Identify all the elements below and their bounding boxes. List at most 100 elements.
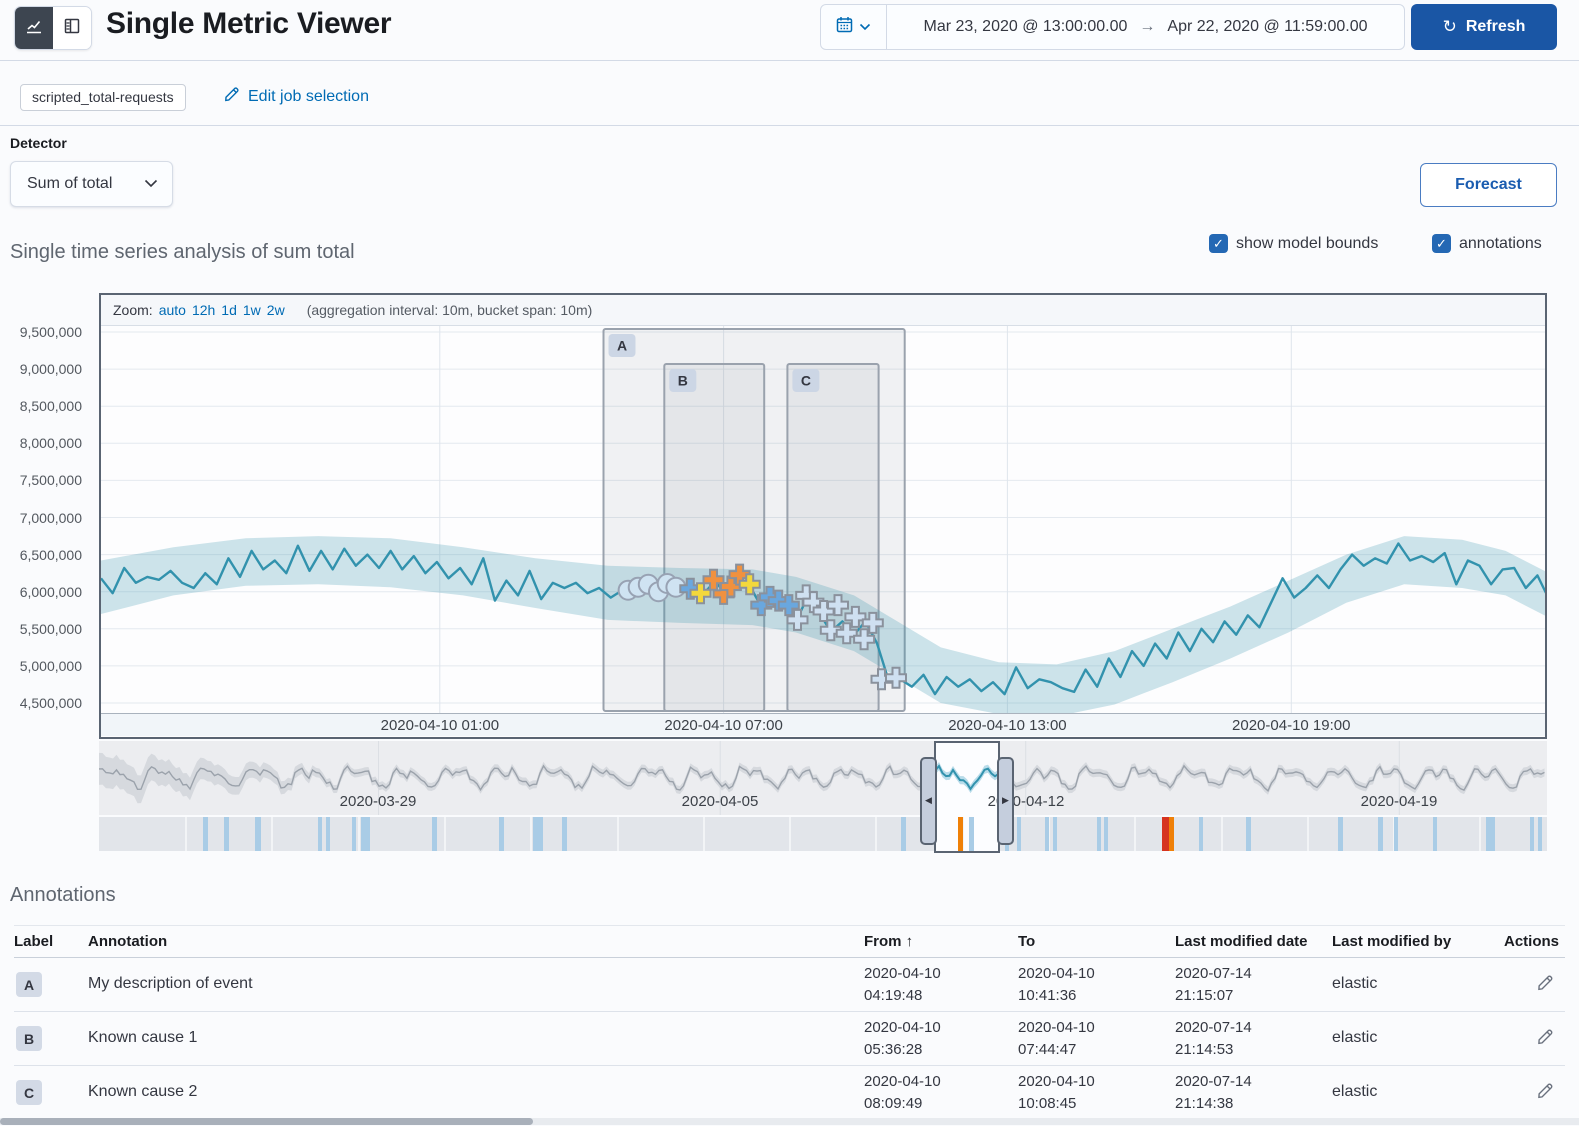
swimlane-anomaly-cell-blue[interactable] bbox=[1378, 817, 1383, 851]
swimlane-anomaly-cell-blue[interactable] bbox=[1017, 817, 1021, 851]
header-divider bbox=[0, 60, 1579, 61]
column-header-to[interactable]: To bbox=[1018, 933, 1035, 950]
refresh-label: Refresh bbox=[1466, 18, 1526, 36]
annotation-modified-date: 2020-07-1421:14:38 bbox=[1175, 1071, 1252, 1115]
annotation-region-label: A bbox=[617, 338, 627, 354]
aggregation-note: (aggregation interval: 10m, bucket span:… bbox=[307, 302, 593, 318]
edit-annotation-button[interactable] bbox=[1533, 1027, 1557, 1051]
brush-handle-left[interactable]: ◀ bbox=[920, 757, 937, 845]
forecast-button[interactable]: Forecast bbox=[1420, 163, 1557, 207]
brush-handle-right[interactable]: ▶ bbox=[997, 757, 1014, 845]
edit-annotation-button[interactable] bbox=[1533, 1081, 1557, 1105]
job-bar-divider bbox=[0, 125, 1579, 126]
refresh-button[interactable]: ↻ Refresh bbox=[1411, 4, 1557, 50]
swimlane-anomaly-cell-blue[interactable] bbox=[901, 817, 906, 851]
annotation-region-B bbox=[664, 364, 764, 711]
show-model-bounds-checkbox-row[interactable]: ✓ show model bounds bbox=[1209, 234, 1378, 253]
annotation-row-B[interactable]: B Known cause 1 2020-04-1005:36:28 2020-… bbox=[14, 1012, 1565, 1066]
swimlane-anomaly-cell-blue[interactable] bbox=[1104, 817, 1108, 851]
swimlane-anomaly-cell-blue[interactable] bbox=[326, 817, 330, 851]
checkbox-checked-icon[interactable]: ✓ bbox=[1432, 234, 1451, 253]
checkbox-checked-icon[interactable]: ✓ bbox=[1209, 234, 1228, 253]
annotations-section-title: Annotations bbox=[10, 884, 116, 907]
zoom-option-12h[interactable]: 12h bbox=[192, 302, 215, 318]
annotations-checkbox-row[interactable]: ✓ annotations bbox=[1432, 234, 1542, 253]
swimlane-anomaly-cell-blue[interactable] bbox=[1433, 817, 1437, 851]
y-axis-label: 8,500,000 bbox=[20, 398, 82, 414]
annotation-to: 2020-04-1010:41:36 bbox=[1018, 963, 1095, 1007]
sort-ascending-icon: ↑ bbox=[906, 933, 914, 950]
y-axis-label: 7,000,000 bbox=[20, 510, 82, 526]
time-series-plot[interactable]: ABC bbox=[101, 326, 1545, 713]
annotation-row-A[interactable]: A My description of event 2020-04-1004:1… bbox=[14, 958, 1565, 1012]
view-toggle-group bbox=[14, 6, 92, 50]
swimlane-anomaly-cell-blue[interactable] bbox=[1338, 817, 1343, 851]
column-header-from[interactable]: From ↑ bbox=[864, 933, 913, 950]
swimlane-tick bbox=[1134, 817, 1136, 851]
detector-select[interactable]: Sum of total bbox=[10, 161, 173, 207]
swimlane-anomaly-cell-blue[interactable] bbox=[1045, 817, 1049, 851]
swimlane-anomaly-cell-orange[interactable] bbox=[1169, 817, 1174, 851]
calendar-menu-button[interactable] bbox=[821, 5, 887, 49]
swimlane-anomaly-cell-blue[interactable] bbox=[499, 817, 504, 851]
edit-annotation-button[interactable] bbox=[1533, 973, 1557, 997]
swimlane-anomaly-cell-blue[interactable] bbox=[224, 817, 229, 851]
annotations-checkbox-label: annotations bbox=[1459, 235, 1542, 253]
data-grid-icon bbox=[63, 17, 81, 40]
refresh-icon: ↻ bbox=[1443, 17, 1457, 37]
swimlane-anomaly-cell-blue[interactable] bbox=[203, 817, 208, 851]
main-chart: Zoom: auto 12h 1d 1w 2w (aggregation interva… bbox=[99, 293, 1547, 739]
date-range-display[interactable]: Mar 23, 2020 @ 13:00:00.00 → Apr 22, 202… bbox=[887, 5, 1404, 49]
context-chart[interactable]: 2020-03-292020-04-052020-04-122020-04-19… bbox=[99, 741, 1547, 853]
swimlane-anomaly-cell-blue[interactable] bbox=[361, 817, 370, 851]
horizontal-scrollbar-thumb[interactable] bbox=[0, 1118, 533, 1125]
annotation-region-label: B bbox=[678, 373, 688, 389]
zoom-label: Zoom: bbox=[113, 302, 153, 318]
y-axis-label: 9,500,000 bbox=[20, 324, 82, 340]
y-axis-label: 5,000,000 bbox=[20, 658, 82, 674]
column-header-last-modified-date[interactable]: Last modified date bbox=[1175, 933, 1308, 950]
context-axis-label: 2020-04-05 bbox=[682, 793, 759, 810]
swimlane-anomaly-cell-blue[interactable] bbox=[352, 817, 356, 851]
x-axis: 2020-04-10 01:002020-04-10 07:002020-04-… bbox=[101, 713, 1545, 736]
series-section-title: Single time series analysis of sum total bbox=[10, 241, 355, 264]
x-axis-label: 2020-04-10 19:00 bbox=[1232, 717, 1350, 734]
zoom-links: auto 12h 1d 1w 2w bbox=[159, 302, 291, 318]
zoom-option-1d[interactable]: 1d bbox=[221, 302, 237, 318]
context-axis-label: 2020-04-19 bbox=[1361, 793, 1438, 810]
edit-job-selection-link[interactable]: Edit job selection bbox=[224, 86, 369, 107]
y-axis-label: 9,000,000 bbox=[20, 361, 82, 377]
grid-view-button[interactable] bbox=[53, 7, 91, 49]
zoom-option-auto[interactable]: auto bbox=[159, 302, 186, 318]
zoom-option-1w[interactable]: 1w bbox=[243, 302, 261, 318]
swimlane-anomaly-cell-blue[interactable] bbox=[1246, 817, 1251, 851]
date-to[interactable]: Apr 22, 2020 @ 11:59:00.00 bbox=[1167, 18, 1367, 36]
swimlane-anomaly-cell-blue[interactable] bbox=[562, 817, 567, 851]
swimlane-anomaly-cell-red[interactable] bbox=[1162, 817, 1169, 851]
swimlane-anomaly-cell-blue[interactable] bbox=[1394, 817, 1398, 851]
chart-zoom-bar: Zoom: auto 12h 1d 1w 2w (aggregation interva… bbox=[101, 295, 1545, 326]
annotation-modified-by: elastic bbox=[1332, 975, 1377, 993]
swimlane-anomaly-cell-blue[interactable] bbox=[255, 817, 261, 851]
zoom-option-2w[interactable]: 2w bbox=[267, 302, 285, 318]
chart-view-button[interactable] bbox=[15, 7, 53, 49]
swimlane-tick bbox=[1479, 817, 1481, 851]
swimlane-anomaly-cell-blue[interactable] bbox=[1199, 817, 1203, 851]
annotation-row-C[interactable]: C Known cause 2 2020-04-1008:09:49 2020-… bbox=[14, 1066, 1565, 1120]
context-axis-label: 2020-03-29 bbox=[340, 793, 417, 810]
swimlane-anomaly-cell-blue[interactable] bbox=[1486, 817, 1495, 851]
swimlane-anomaly-cell-blue[interactable] bbox=[1097, 817, 1101, 851]
date-from[interactable]: Mar 23, 2020 @ 13:00:00.00 bbox=[923, 18, 1127, 36]
column-header-last-modified-by[interactable]: Last modified by bbox=[1332, 933, 1451, 950]
time-series-svg[interactable]: ABC bbox=[101, 326, 1545, 713]
swimlane-anomaly-cell-blue[interactable] bbox=[1053, 817, 1057, 851]
swimlane-anomaly-cell-blue[interactable] bbox=[1538, 817, 1542, 851]
swimlane-anomaly-cell-blue[interactable] bbox=[1530, 817, 1534, 851]
swimlane-anomaly-cell-blue[interactable] bbox=[432, 817, 437, 851]
annotation-from: 2020-04-1008:09:49 bbox=[864, 1071, 941, 1115]
swimlane-anomaly-cell-blue[interactable] bbox=[318, 817, 322, 851]
swimlane-tick bbox=[444, 817, 446, 851]
swimlane-anomaly-cell-blue[interactable] bbox=[533, 817, 543, 851]
job-selection-badge[interactable]: scripted_total-requests bbox=[20, 84, 186, 111]
x-axis-label: 2020-04-10 13:00 bbox=[948, 717, 1066, 734]
